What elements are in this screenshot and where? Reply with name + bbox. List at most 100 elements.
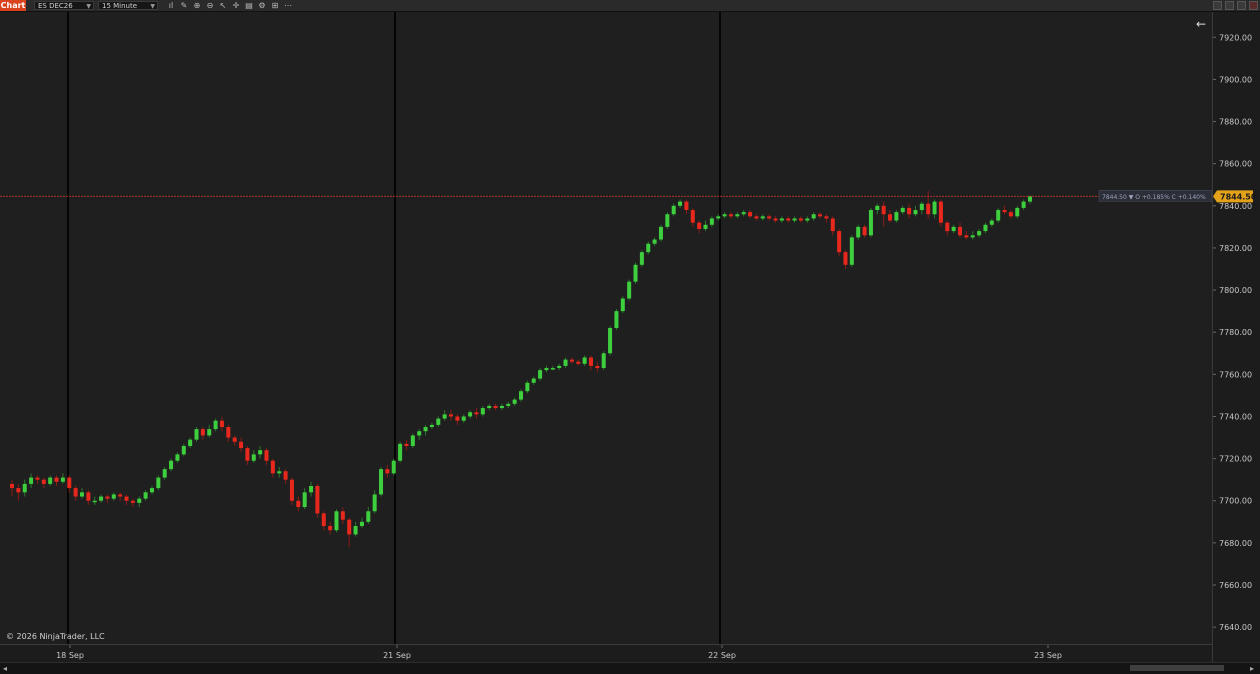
candle	[105, 494, 110, 503]
scroll-right-icon[interactable]: ▸	[1250, 663, 1254, 674]
candle	[964, 231, 969, 240]
restore-icon[interactable]	[1237, 1, 1246, 10]
candle	[137, 496, 142, 508]
close-icon[interactable]	[1249, 1, 1258, 10]
candle	[779, 216, 784, 223]
time-axis-labels: 18 Sep 21 Sep 22 Sep 23 Sep	[56, 645, 1062, 660]
candle	[296, 496, 301, 512]
y-tick-label: 7680.00	[1219, 539, 1252, 548]
candle	[932, 199, 937, 219]
candle	[512, 397, 517, 406]
x-tick-label: 23 Sep	[1034, 651, 1062, 660]
zoom-out-icon[interactable]: ⊖	[205, 1, 215, 11]
candle	[525, 380, 530, 394]
bars-type-icon[interactable]: ıl	[166, 1, 176, 11]
y-tick-label: 7740.00	[1219, 412, 1252, 421]
candle	[175, 452, 180, 463]
candle	[818, 212, 823, 219]
candle	[811, 212, 816, 221]
candle	[232, 435, 237, 446]
candle	[270, 458, 275, 478]
copyright-label: © 2026 NinjaTrader, LLC	[6, 632, 105, 641]
candle	[970, 231, 975, 240]
pointer-icon[interactable]: ↖	[218, 1, 228, 11]
candle	[35, 475, 40, 484]
chart-tab[interactable]: Chart	[0, 0, 26, 11]
candle	[652, 237, 657, 246]
candle	[506, 401, 511, 409]
more-icon[interactable]: ⋯	[283, 1, 293, 11]
candle	[958, 222, 963, 238]
candle	[442, 410, 447, 421]
y-tick: 7800.00	[1213, 286, 1252, 295]
candle	[461, 414, 466, 423]
candle	[79, 488, 84, 499]
candle	[86, 490, 91, 505]
x-tick: 23 Sep	[1034, 645, 1062, 660]
candle	[767, 214, 772, 221]
candle	[620, 296, 625, 314]
x-tick-label: 22 Sep	[708, 651, 736, 660]
candle	[678, 199, 683, 208]
y-tick-label: 7840.00	[1219, 202, 1252, 211]
candle	[868, 207, 873, 238]
candle	[436, 416, 441, 428]
candle	[162, 467, 167, 480]
candle	[410, 433, 415, 449]
candle	[219, 416, 224, 432]
y-tick: 7740.00	[1213, 412, 1252, 421]
candle	[996, 207, 1001, 223]
candle	[302, 488, 307, 510]
properties-icon[interactable]: ▤	[244, 1, 254, 11]
minimize-icon[interactable]	[1213, 1, 1222, 10]
candle	[608, 325, 613, 356]
candle	[1015, 205, 1020, 219]
candle	[837, 228, 842, 257]
scroll-thumb[interactable]	[1130, 665, 1224, 671]
candlestick-chart[interactable]: 7844.50 ▼ O +0.185% C +0.140%	[0, 12, 1213, 644]
price-axis[interactable]: 7920.00 7900.00 7880.00 7860.00 7840.00 7820.…	[1212, 12, 1260, 662]
y-tick: 7660.00	[1213, 581, 1252, 590]
candle	[703, 220, 708, 232]
candle	[130, 498, 135, 508]
candle	[417, 429, 422, 440]
candle	[73, 486, 78, 501]
candle	[423, 424, 428, 436]
candle	[379, 467, 384, 497]
y-tick-label: 7640.00	[1219, 623, 1252, 632]
candle	[16, 483, 21, 501]
scroll-left-icon[interactable]: ◂	[3, 663, 7, 674]
candle	[99, 494, 104, 503]
candle	[945, 220, 950, 236]
candle	[798, 216, 803, 223]
interval-selector[interactable]: 15 Minute ▼	[98, 1, 158, 10]
crosshair-icon[interactable]: ✛	[231, 1, 241, 11]
candle	[22, 479, 27, 497]
draw-tool-icon[interactable]: ✎	[179, 1, 189, 11]
maximize-icon[interactable]	[1225, 1, 1234, 10]
instrument-selector[interactable]: ES DEC26 ▼	[34, 1, 94, 10]
time-axis[interactable]: 18 Sep 21 Sep 22 Sep 23 Sep	[0, 644, 1212, 662]
y-tick-label: 7880.00	[1219, 118, 1252, 127]
zoom-in-icon[interactable]: ⊕	[192, 1, 202, 11]
price-chart-area[interactable]: 7844.50 ▼ O +0.185% C +0.140%	[0, 12, 1213, 644]
horizontal-scrollbar[interactable]: ◂ ▸	[0, 662, 1260, 674]
x-tick: 18 Sep	[56, 645, 84, 660]
strategies-icon[interactable]: ⚙	[257, 1, 267, 11]
candle	[805, 216, 810, 223]
candle	[213, 418, 218, 432]
candle	[111, 492, 116, 501]
candle	[493, 403, 498, 411]
templates-icon[interactable]: ⊞	[270, 1, 280, 11]
y-tick-label: 7900.00	[1219, 75, 1252, 84]
candle	[684, 199, 689, 215]
candle	[10, 479, 14, 497]
y-tick: 7680.00	[1213, 539, 1252, 548]
y-tick: 7860.00	[1213, 160, 1252, 169]
back-arrow-icon[interactable]: ←	[1196, 17, 1206, 31]
candle	[334, 509, 339, 533]
candle	[894, 210, 899, 223]
candle	[429, 422, 434, 430]
instrument-label: ES DEC26	[38, 2, 73, 10]
candle	[588, 355, 593, 371]
